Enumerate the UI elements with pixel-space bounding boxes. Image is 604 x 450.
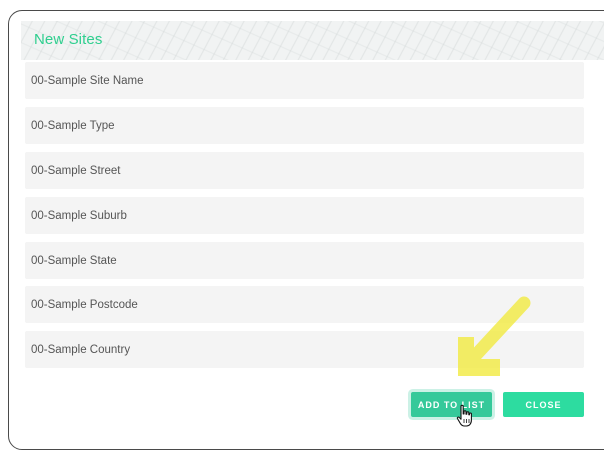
- add-to-list-button[interactable]: ADD TO LIST: [411, 392, 492, 417]
- close-button[interactable]: CLOSE: [503, 392, 584, 417]
- street-input[interactable]: [25, 152, 584, 189]
- suburb-input[interactable]: [25, 197, 584, 234]
- type-input[interactable]: [25, 107, 584, 144]
- postcode-input[interactable]: [25, 286, 584, 323]
- dialog-header: New Sites: [21, 21, 604, 60]
- dialog-title: New Sites: [34, 31, 103, 48]
- state-input[interactable]: [25, 242, 584, 279]
- site-name-input[interactable]: [25, 62, 584, 99]
- country-input[interactable]: [25, 331, 584, 368]
